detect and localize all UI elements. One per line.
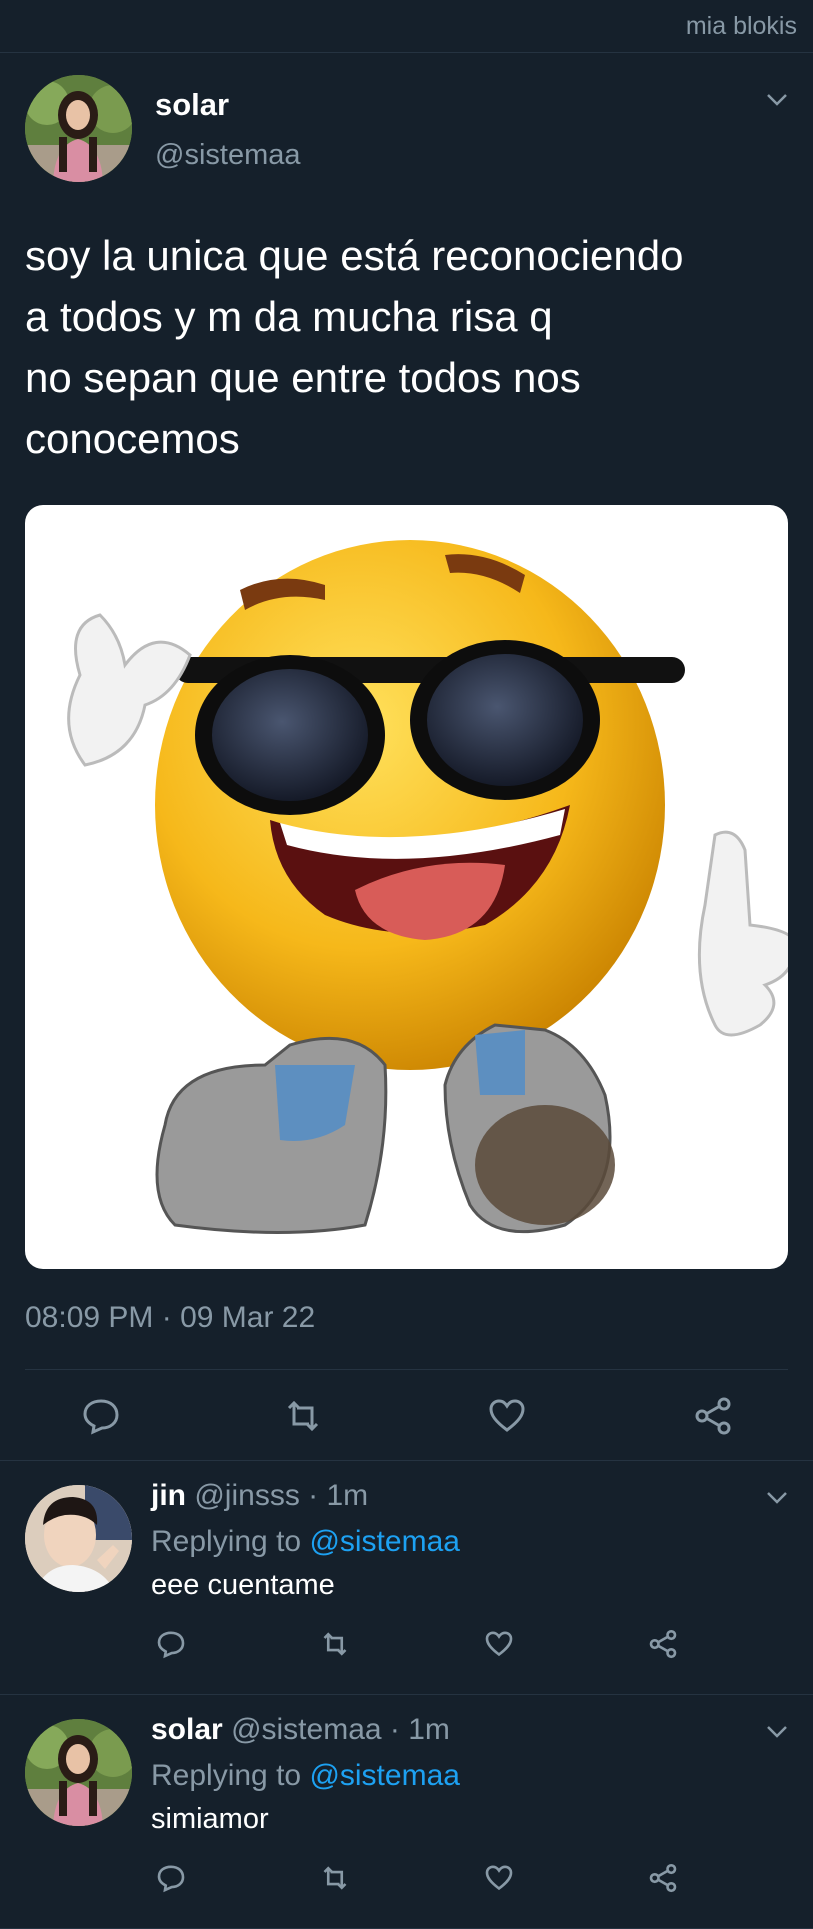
share-icon[interactable] xyxy=(693,1396,733,1436)
main-tweet: solar @sistemaa soy la unica que está re… xyxy=(0,53,813,1460)
like-icon[interactable] xyxy=(484,1863,514,1893)
reply-icon[interactable] xyxy=(156,1629,186,1659)
replying-to-link[interactable]: @sistemaa xyxy=(309,1525,460,1558)
chevron-down-icon[interactable] xyxy=(766,1491,788,1505)
avatar[interactable] xyxy=(25,75,132,182)
username[interactable]: @sistemaa xyxy=(155,139,300,172)
reply-tweet[interactable]: jin @jinsss · 1m Replying to @sistemaa e… xyxy=(0,1461,813,1695)
reply-icon[interactable] xyxy=(156,1863,186,1893)
reply-time: 1m xyxy=(326,1479,369,1512)
like-icon[interactable] xyxy=(487,1396,527,1436)
top-bar: mia blokis xyxy=(0,0,813,53)
tweet-actions xyxy=(25,1370,788,1460)
chevron-down-icon[interactable] xyxy=(766,93,788,107)
replying-to: Replying to @sistemaa xyxy=(151,1525,460,1559)
reply-icon[interactable] xyxy=(81,1396,121,1436)
share-icon[interactable] xyxy=(648,1629,678,1659)
tweet-timestamp: 08:09 PM · 09 Mar 22 xyxy=(25,1301,316,1334)
retweet-icon[interactable] xyxy=(283,1396,323,1436)
reply-header: jin @jinsss · 1m xyxy=(151,1479,369,1512)
like-icon[interactable] xyxy=(484,1629,514,1659)
replying-prefix: Replying to xyxy=(151,1525,310,1558)
watermark: mia blokis xyxy=(685,12,797,40)
display-name[interactable]: solar xyxy=(155,87,229,123)
avatar[interactable] xyxy=(25,1719,132,1826)
username[interactable]: @jinsss xyxy=(194,1479,299,1512)
tweet-image[interactable] xyxy=(25,505,788,1269)
replying-to: Replying to @sistemaa xyxy=(151,1759,460,1793)
share-icon[interactable] xyxy=(648,1863,678,1893)
display-name[interactable]: solar xyxy=(151,1713,223,1746)
tweet-header: solar @sistemaa xyxy=(25,53,788,182)
chevron-down-icon[interactable] xyxy=(766,1725,788,1739)
reply-body: simiamor xyxy=(151,1803,269,1835)
tweet-text: soy la unica que está reconociendo a tod… xyxy=(25,232,684,462)
retweet-icon[interactable] xyxy=(320,1629,350,1659)
username[interactable]: @sistemaa xyxy=(231,1713,382,1746)
reply-header: solar @sistemaa · 1m xyxy=(151,1713,450,1746)
sunglasses-emoji-image xyxy=(67,540,788,1234)
reply-tweet[interactable]: solar @sistemaa · 1m Replying to @sistem… xyxy=(0,1695,813,1929)
avatar[interactable] xyxy=(25,1485,132,1592)
retweet-icon[interactable] xyxy=(320,1863,350,1893)
replying-prefix: Replying to xyxy=(151,1759,310,1792)
display-name[interactable]: jin xyxy=(151,1479,186,1512)
reply-body: eee cuentame xyxy=(151,1569,335,1601)
reply-time: 1m xyxy=(408,1713,450,1746)
replying-to-link[interactable]: @sistemaa xyxy=(309,1759,460,1792)
